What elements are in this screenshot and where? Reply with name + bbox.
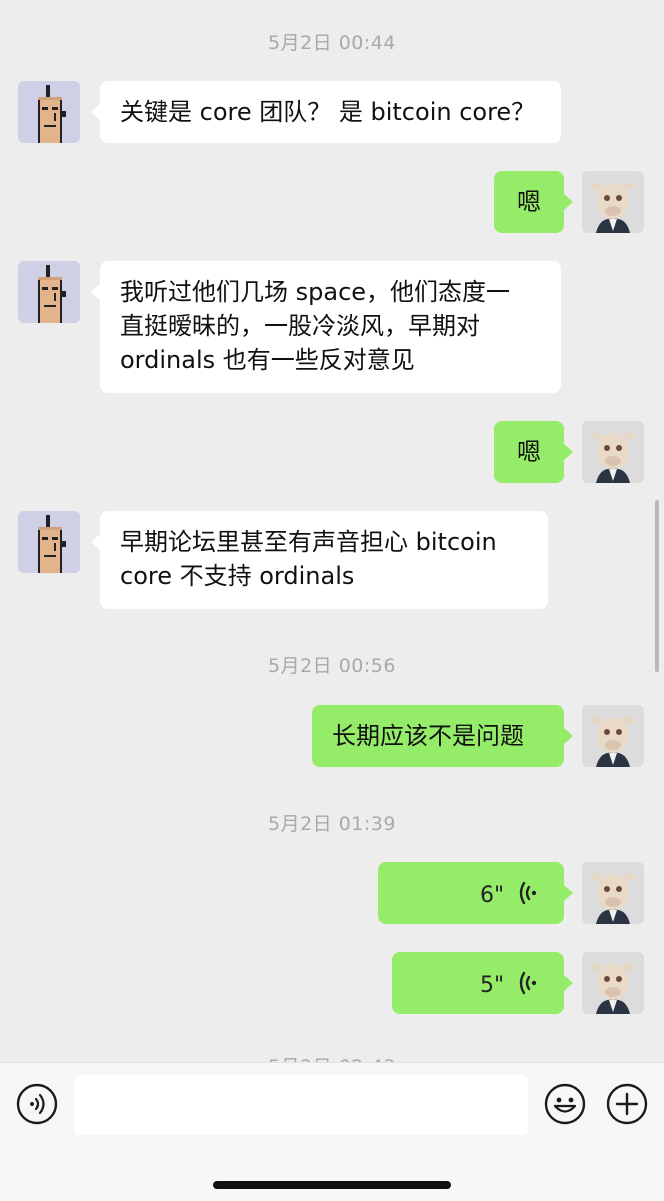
message-text: 嗯 [517, 438, 541, 466]
message-bubble-outgoing[interactable]: 嗯 [494, 171, 564, 233]
contact-avatar[interactable] [18, 511, 80, 573]
my-avatar[interactable] [582, 171, 644, 233]
message-line: core 不支持 ordinals [120, 562, 355, 590]
voice-message-bubble[interactable]: 6" [378, 862, 564, 924]
plus-icon [606, 1083, 648, 1125]
pixel-punk-avatar [18, 81, 80, 143]
my-avatar[interactable] [582, 705, 644, 767]
timestamp: 5月2日 00:56 [268, 655, 396, 677]
timestamp: 5月2日 00:44 [268, 32, 396, 54]
message-bubble-incoming[interactable]: 我听过他们几场 space，他们态度一 直挺暧昧的，一股冷淡风，早期对 ordi… [100, 261, 561, 393]
timestamp: 5月2日 02:43 [0, 1052, 664, 1062]
message-line: 早期论坛里甚至有声音担心 bitcoin [120, 528, 497, 556]
message-bubble-incoming[interactable]: 关键是 core 团队？ 是 bitcoin core？ [100, 81, 561, 143]
message-text: 嗯 [517, 188, 541, 216]
pixel-punk-avatar [18, 511, 80, 573]
contact-avatar[interactable] [18, 81, 80, 143]
plus-button[interactable] [606, 1083, 648, 1125]
message-bubble-outgoing[interactable]: 嗯 [494, 421, 564, 483]
my-avatar[interactable] [582, 862, 644, 924]
emoji-icon [544, 1083, 586, 1125]
message-line: 我听过他们几场 space，他们态度一 [120, 278, 511, 306]
bubble-tail [91, 284, 100, 300]
bull-character-avatar [582, 952, 644, 1014]
voice-duration: 6" [480, 883, 505, 908]
voice-message-bubble[interactable]: 5" [392, 952, 564, 1014]
my-avatar[interactable] [582, 421, 644, 483]
scrollbar[interactable] [655, 500, 659, 672]
message-input[interactable] [74, 1075, 528, 1135]
emoji-button[interactable] [544, 1083, 586, 1125]
message-bubble-incoming[interactable]: 早期论坛里甚至有声音担心 bitcoin core 不支持 ordinals [100, 511, 548, 609]
bull-character-avatar [582, 705, 644, 767]
message-bubble-outgoing[interactable]: 长期应该不是问题 [312, 705, 564, 767]
bull-character-avatar [582, 421, 644, 483]
bubble-tail [91, 104, 100, 120]
chat-area[interactable]: 5月2日 00:44 关键是 core 团队？ 是 bitcoin core？ … [0, 0, 664, 1062]
message-line: 直挺暧昧的，一股冷淡风，早期对 [120, 312, 480, 340]
timestamp: 5月2日 01:39 [268, 813, 396, 835]
voice-wave-icon [519, 971, 537, 995]
message-text: 长期应该不是问题 [332, 722, 524, 750]
bubble-tail [564, 194, 573, 210]
pixel-punk-avatar [18, 261, 80, 323]
message-line: ordinals 也有一些反对意见 [120, 346, 415, 374]
bull-character-avatar [582, 171, 644, 233]
contact-avatar[interactable] [18, 261, 80, 323]
bubble-tail [564, 444, 573, 460]
voice-mode-button[interactable] [16, 1083, 58, 1125]
voice-duration: 5" [480, 973, 505, 998]
bull-character-avatar [582, 862, 644, 924]
my-avatar[interactable] [582, 952, 644, 1014]
message-text: 关键是 core 团队？ 是 bitcoin core？ [120, 98, 536, 126]
bubble-tail [564, 728, 573, 744]
voice-wave-icon [519, 881, 537, 905]
bubble-tail [91, 534, 100, 550]
voice-mode-icon [16, 1083, 58, 1125]
bubble-tail [564, 975, 573, 991]
bubble-tail [564, 885, 573, 901]
home-indicator[interactable] [213, 1181, 451, 1189]
